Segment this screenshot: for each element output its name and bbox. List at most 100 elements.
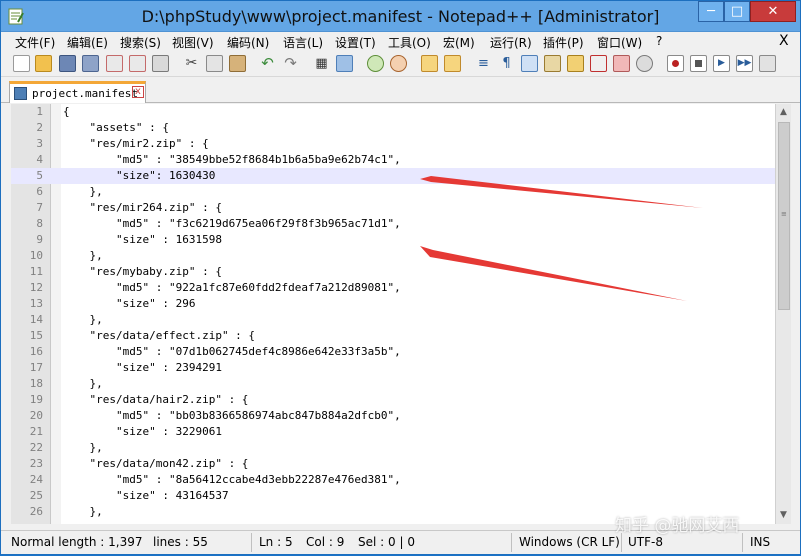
run-multiple-icon[interactable]: ▶▶	[736, 55, 753, 72]
code-text[interactable]: "md5" : "922a1fc87e60fdd2fdeaf7a212d8908…	[63, 280, 401, 296]
code-line[interactable]: 16 "md5" : "07d1b062745def4c8986e642e33f…	[11, 344, 775, 360]
code-line[interactable]: 22 },	[11, 440, 775, 456]
code-line[interactable]: 1{	[11, 104, 775, 120]
code-line[interactable]: 20 "md5" : "bb03b8366586974abc847b884a2d…	[11, 408, 775, 424]
code-text[interactable]: "size" : 2394291	[63, 360, 222, 376]
save-icon[interactable]	[59, 55, 76, 72]
menu-plugins[interactable]: 插件(P)	[543, 34, 584, 51]
vertical-scrollbar[interactable]: ▲ ≡ ▼	[775, 104, 791, 524]
code-text[interactable]: "res/mybaby.zip" : {	[63, 264, 221, 280]
code-line[interactable]: 8 "md5" : "f3c6219d675ea06f29f8f3b965ac7…	[11, 216, 775, 232]
code-line[interactable]: 13 "size" : 296	[11, 296, 775, 312]
menu-file[interactable]: 文件(F)	[15, 34, 55, 51]
code-text[interactable]: "size": 1630430	[63, 168, 215, 184]
code-line[interactable]: 3 "res/mir2.zip" : {	[11, 136, 775, 152]
replace-icon[interactable]	[336, 55, 353, 72]
code-text[interactable]: },	[63, 312, 102, 328]
code-text[interactable]: "size" : 3229061	[63, 424, 222, 440]
scroll-up-icon[interactable]: ▲	[776, 104, 791, 121]
code-text[interactable]: "size" : 296	[63, 296, 195, 312]
zoom-out-icon[interactable]	[390, 55, 407, 72]
code-text[interactable]: "res/mir264.zip" : {	[63, 200, 221, 216]
code-text[interactable]: "md5" : "bb03b8366586974abc847b884a2dfcb…	[63, 408, 401, 424]
code-line[interactable]: 7 "res/mir264.zip" : {	[11, 200, 775, 216]
menu-run[interactable]: 运行(R)	[490, 34, 532, 51]
word-wrap-icon[interactable]: ≡	[475, 55, 492, 72]
redo-icon[interactable]: ↷	[282, 55, 299, 72]
code-text[interactable]: "res/data/hair2.zip" : {	[63, 392, 248, 408]
close-all-icon[interactable]	[129, 55, 146, 72]
menu-edit[interactable]: 编辑(E)	[67, 34, 108, 51]
copy-icon[interactable]	[206, 55, 223, 72]
maximize-button[interactable]: □	[724, 1, 750, 22]
code-text[interactable]: "assets" : {	[63, 120, 168, 136]
menu-encoding[interactable]: 编码(N)	[227, 34, 269, 51]
stop-icon[interactable]	[690, 55, 707, 72]
record-icon[interactable]	[667, 55, 684, 72]
code-line[interactable]: 9 "size" : 1631598	[11, 232, 775, 248]
code-text[interactable]: "res/data/effect.zip" : {	[63, 328, 255, 344]
doc-map-icon[interactable]	[567, 55, 584, 72]
code-line[interactable]: 19 "res/data/hair2.zip" : {	[11, 392, 775, 408]
monitor-icon[interactable]	[636, 55, 653, 72]
code-line[interactable]: 5 "size": 1630430	[11, 168, 775, 184]
code-text[interactable]: "md5" : "8a56412ccabe4d3ebb22287e476ed38…	[63, 472, 401, 488]
menu-search[interactable]: 搜索(S)	[120, 34, 161, 51]
code-text[interactable]: "md5" : "f3c6219d675ea06f29f8f3b965ac71d…	[63, 216, 401, 232]
menu-tools[interactable]: 工具(O)	[388, 34, 431, 51]
code-line[interactable]: 6 },	[11, 184, 775, 200]
code-text[interactable]: "res/mir2.zip" : {	[63, 136, 208, 152]
code-line[interactable]: 21 "size" : 3229061	[11, 424, 775, 440]
cut-icon[interactable]: ✂	[183, 55, 200, 72]
save-macro-icon[interactable]	[759, 55, 776, 72]
zoom-in-icon[interactable]	[367, 55, 384, 72]
code-text[interactable]: },	[63, 440, 102, 456]
indent-guide-icon[interactable]	[521, 55, 538, 72]
code-text[interactable]: "md5" : "38549bbe52f8684b1b6a5ba9e62b74c…	[63, 152, 401, 168]
code-text[interactable]: },	[63, 376, 102, 392]
code-text[interactable]: },	[63, 184, 102, 200]
code-line[interactable]: 14 },	[11, 312, 775, 328]
folder-icon[interactable]	[613, 55, 630, 72]
code-line[interactable]: 2 "assets" : {	[11, 120, 775, 136]
code-text[interactable]: "size" : 43164537	[63, 488, 229, 504]
code-text[interactable]: },	[63, 248, 102, 264]
code-line[interactable]: 4 "md5" : "38549bbe52f8684b1b6a5ba9e62b7…	[11, 152, 775, 168]
code-text[interactable]: "size" : 1631598	[63, 232, 222, 248]
show-all-icon[interactable]: ¶	[498, 55, 515, 72]
tab-project-manifest[interactable]: project.manifest x	[9, 81, 146, 103]
menu-macro[interactable]: 宏(M)	[443, 34, 475, 51]
paste-icon[interactable]	[229, 55, 246, 72]
minimize-button[interactable]: ─	[698, 1, 724, 22]
play-icon[interactable]: ▶	[713, 55, 730, 72]
new-icon[interactable]	[13, 55, 30, 72]
scroll-down-icon[interactable]: ▼	[776, 507, 791, 524]
code-line[interactable]: 12 "md5" : "922a1fc87e60fdd2fdeaf7a212d8…	[11, 280, 775, 296]
udl-icon[interactable]	[544, 55, 561, 72]
code-line[interactable]: 11 "res/mybaby.zip" : {	[11, 264, 775, 280]
tab-close-button[interactable]: x	[132, 86, 144, 98]
close-document-button[interactable]: X	[779, 33, 789, 49]
code-text[interactable]: "res/data/mon42.zip" : {	[63, 456, 248, 472]
code-line[interactable]: 17 "size" : 2394291	[11, 360, 775, 376]
undo-icon[interactable]: ↶	[259, 55, 276, 72]
save-all-icon[interactable]	[82, 55, 99, 72]
menu-language[interactable]: 语言(L)	[283, 34, 323, 51]
sync-v-icon[interactable]	[421, 55, 438, 72]
editor-area[interactable]: 1{2 "assets" : {3 "res/mir2.zip" : {4 "m…	[11, 104, 775, 524]
code-line[interactable]: 25 "size" : 43164537	[11, 488, 775, 504]
code-line[interactable]: 15 "res/data/effect.zip" : {	[11, 328, 775, 344]
menu-window[interactable]: 窗口(W)	[597, 34, 642, 51]
close-window-button[interactable]: ✕	[750, 1, 796, 22]
menu-view[interactable]: 视图(V)	[172, 34, 214, 51]
open-icon[interactable]	[35, 55, 52, 72]
find-icon[interactable]: ▦	[313, 55, 330, 72]
code-line[interactable]: 23 "res/data/mon42.zip" : {	[11, 456, 775, 472]
print-icon[interactable]	[152, 55, 169, 72]
code-line[interactable]: 18 },	[11, 376, 775, 392]
scroll-thumb[interactable]: ≡	[778, 122, 790, 310]
code-text[interactable]: {	[63, 104, 70, 120]
code-line[interactable]: 24 "md5" : "8a56412ccabe4d3ebb22287e476e…	[11, 472, 775, 488]
title-bar[interactable]: D:\phpStudy\www\project.manifest - Notep…	[1, 1, 800, 32]
code-line[interactable]: 10 },	[11, 248, 775, 264]
